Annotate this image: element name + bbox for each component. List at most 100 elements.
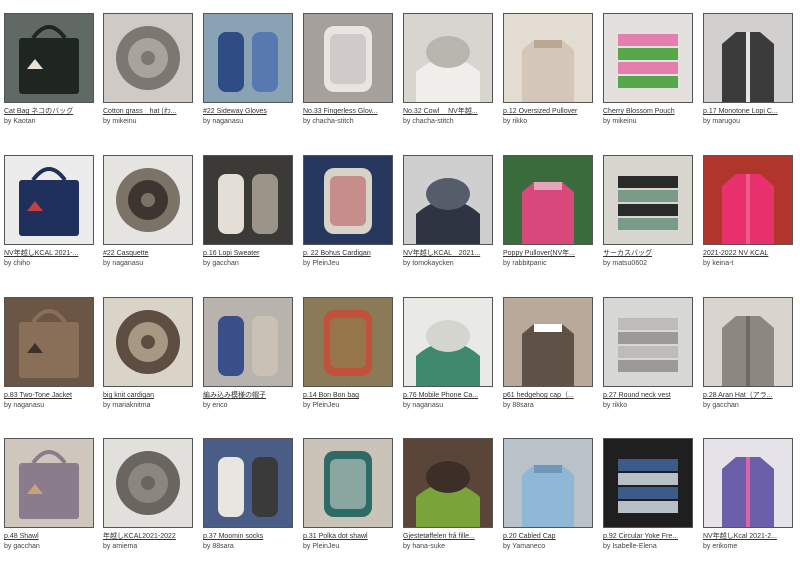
project-card: p. 22 Bohus Cardigan by PleinJeu [303, 155, 393, 268]
lopi-cardigan-icon [704, 14, 792, 102]
pullover-icon [504, 14, 592, 102]
project-card: p.76 Mobile Phone Ca... by naganasu [403, 297, 493, 410]
project-card: NV年越しKcal 2021-2... by erikome [703, 438, 793, 551]
project-title-link[interactable]: NV年越しKCAL 2021... [403, 249, 495, 258]
project-thumbnail-link[interactable] [503, 297, 593, 387]
project-thumbnail-link[interactable] [103, 297, 193, 387]
by-prefix: by [503, 402, 511, 409]
project-card: No.33 Fingerless Glov... by chacha-stitch [303, 13, 393, 126]
project-title-link[interactable]: NV年越しKCAL 2021-... [4, 249, 96, 258]
project-title-link[interactable]: p.76 Mobile Phone Ca... [403, 391, 495, 400]
project-thumbnail-link[interactable] [703, 438, 793, 528]
poppy-pullover-icon [504, 156, 592, 244]
project-thumbnail-link[interactable] [603, 13, 693, 103]
project-card: #22 Casquette by naganasu [103, 155, 193, 268]
project-title-link[interactable]: No.32 Cowl NV年越... [403, 107, 495, 116]
project-thumbnail-link[interactable] [4, 438, 94, 528]
project-title-link[interactable]: p.31 Polka dot shawl [303, 532, 395, 541]
project-thumbnail-link[interactable] [603, 155, 693, 245]
project-author: by 88sara [203, 542, 295, 551]
author-name: tomokaycken [412, 260, 454, 267]
project-title-link[interactable]: Cotton grass hat (わ... [103, 107, 195, 116]
project-title-link[interactable]: #22 Sideway Gloves [203, 107, 295, 116]
project-thumbnail-link[interactable] [303, 155, 393, 245]
round-neck-vest-icon [604, 298, 692, 386]
project-title-link[interactable]: p.92 Circular Yoke Fre... [603, 532, 695, 541]
project-thumbnail-link[interactable] [103, 155, 193, 245]
project-title-link[interactable]: Cherry Blossom Pouch [603, 107, 695, 116]
project-title-link[interactable]: p.14 Bon Bon bag [303, 391, 395, 400]
project-author: by chacha-stitch [303, 117, 395, 126]
project-thumbnail-link[interactable] [203, 297, 293, 387]
project-thumbnail-link[interactable] [403, 297, 493, 387]
big-cardigan-icon [104, 298, 192, 386]
project-title-link[interactable]: p61 hedgehog cap（... [503, 391, 595, 400]
project-title-link[interactable]: Poppy Pullover(NV年... [503, 249, 595, 258]
project-title-link[interactable]: p.83 Two-Tone Jacket [4, 391, 96, 400]
project-title-link[interactable]: No.33 Fingerless Glov... [303, 107, 395, 116]
project-thumbnail-link[interactable] [403, 438, 493, 528]
project-thumbnail-link[interactable] [503, 13, 593, 103]
by-prefix: by [303, 402, 311, 409]
project-title-link[interactable]: p.16 Lopi Sweater [203, 249, 295, 258]
project-thumbnail-link[interactable] [203, 155, 293, 245]
circular-yoke-icon [604, 439, 692, 527]
project-title-link[interactable]: 編み込み模様の帽子 [203, 391, 295, 400]
project-title-link[interactable]: 2021-2022 NV KCAL [703, 249, 795, 258]
project-title-link[interactable]: サーカスバッグ [603, 249, 695, 258]
project-thumbnail-link[interactable] [503, 155, 593, 245]
project-thumbnail-link[interactable] [4, 297, 94, 387]
author-name: Kaotan [13, 118, 36, 125]
by-prefix: by [703, 260, 711, 267]
project-title-link[interactable]: Gjestetøffelen frå fille... [403, 532, 495, 541]
by-prefix: by [403, 543, 411, 550]
author-name: amiema [112, 543, 138, 550]
project-card: big knit cardigan by mariaknitma [103, 297, 193, 410]
project-title-link[interactable]: Cat Bag ネコのバッグ [4, 107, 96, 116]
author-name: mikeinu [112, 118, 137, 125]
project-thumbnail-link[interactable] [403, 155, 493, 245]
project-title-link[interactable]: NV年越しKcal 2021-2... [703, 532, 795, 541]
project-thumbnail-link[interactable] [303, 438, 393, 528]
project-thumbnail-link[interactable] [103, 13, 193, 103]
project-thumbnail-link[interactable] [603, 297, 693, 387]
project-thumbnail-link[interactable] [203, 13, 293, 103]
project-title-link[interactable]: big knit cardigan [103, 391, 195, 400]
project-thumbnail-link[interactable] [4, 13, 94, 103]
project-thumbnail-link[interactable] [703, 297, 793, 387]
project-card: p.14 Bon Bon bag by PleinJeu [303, 297, 393, 410]
project-title-link[interactable]: p.37 Moomin socks [203, 532, 295, 541]
by-prefix: by [703, 118, 711, 125]
by-prefix: by [4, 543, 12, 550]
project-title-link[interactable]: p.20 Cabled Cap [503, 532, 595, 541]
cat-bag-icon [5, 14, 93, 102]
project-author: by naganasu [103, 259, 195, 268]
project-thumbnail-link[interactable] [703, 13, 793, 103]
project-thumbnail-link[interactable] [303, 297, 393, 387]
by-prefix: by [203, 260, 211, 267]
project-thumbnail-link[interactable] [303, 13, 393, 103]
project-thumbnail-link[interactable] [203, 438, 293, 528]
project-thumbnail-link[interactable] [4, 155, 94, 245]
project-title-link[interactable]: p.48 Shawl [4, 532, 96, 541]
polka-dot-shawl-icon [304, 439, 392, 527]
project-title-link[interactable]: p.12 Oversized Pullover [503, 107, 595, 116]
project-title-link[interactable]: #22 Casquette [103, 249, 195, 258]
author-name: mariaknitma [112, 402, 151, 409]
author-name: PleinJeu [312, 402, 340, 409]
project-title-link[interactable]: p.27 Round neck vest [603, 391, 695, 400]
project-thumbnail-link[interactable] [503, 438, 593, 528]
author-name: mikeinu [612, 118, 637, 125]
project-title-link[interactable]: p. 22 Bohus Cardigan [303, 249, 395, 258]
project-title-link[interactable]: p.28 Aran Hat（アラ... [703, 391, 795, 400]
project-thumbnail-link[interactable] [603, 438, 693, 528]
project-thumbnail-link[interactable] [703, 155, 793, 245]
project-title-link[interactable]: p.17 Monotone Lopi C... [703, 107, 795, 116]
author-name: rikko [512, 118, 528, 125]
project-thumbnail-link[interactable] [103, 438, 193, 528]
project-thumbnail-link[interactable] [403, 13, 493, 103]
project-card: p.20 Cabled Cap by Yamaneco [503, 438, 593, 551]
project-title-link[interactable]: 年越しKCAL2021-2022 [103, 532, 195, 541]
project-card: #22 Sideway Gloves by naganasu [203, 13, 293, 126]
by-prefix: by [603, 118, 611, 125]
